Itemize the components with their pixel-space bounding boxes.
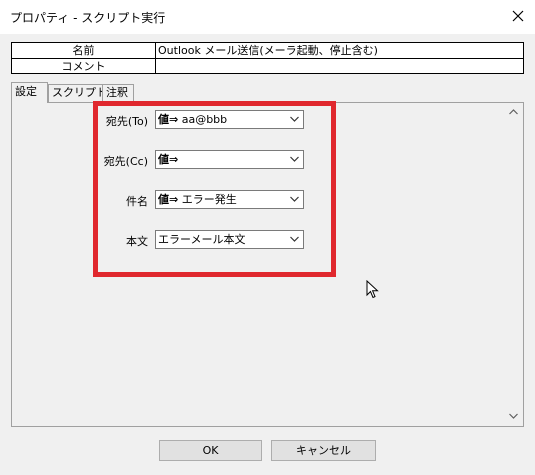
title-bar: プロパティ - スクリプト実行 xyxy=(0,0,535,34)
tab-settings[interactable]: 設定 xyxy=(11,82,48,103)
window-title: プロパティ - スクリプト実行 xyxy=(10,11,166,25)
info-table: 名前 Outlook メール送信(メーラ起動、停止含む) コメント xyxy=(11,42,524,74)
name-label: 名前 xyxy=(12,43,156,59)
chevron-up-icon xyxy=(509,109,518,115)
name-value[interactable]: Outlook メール送信(メーラ起動、停止含む) xyxy=(156,43,523,59)
tab-notes[interactable]: 注釈 xyxy=(102,84,134,102)
scroll-up-button[interactable] xyxy=(505,105,522,119)
ok-button[interactable]: OK xyxy=(159,440,262,461)
comment-label: コメント xyxy=(12,59,156,74)
highlight-box xyxy=(93,101,336,277)
tab-script[interactable]: スクリプト xyxy=(48,84,107,102)
vertical-scrollbar[interactable] xyxy=(505,103,522,425)
cancel-button[interactable]: キャンセル xyxy=(271,440,376,461)
chevron-down-icon xyxy=(509,413,518,419)
mouse-pointer-icon xyxy=(366,279,380,303)
scroll-down-button[interactable] xyxy=(505,409,522,423)
close-icon xyxy=(512,10,524,22)
comment-value[interactable] xyxy=(156,59,523,74)
close-button[interactable] xyxy=(505,4,531,28)
